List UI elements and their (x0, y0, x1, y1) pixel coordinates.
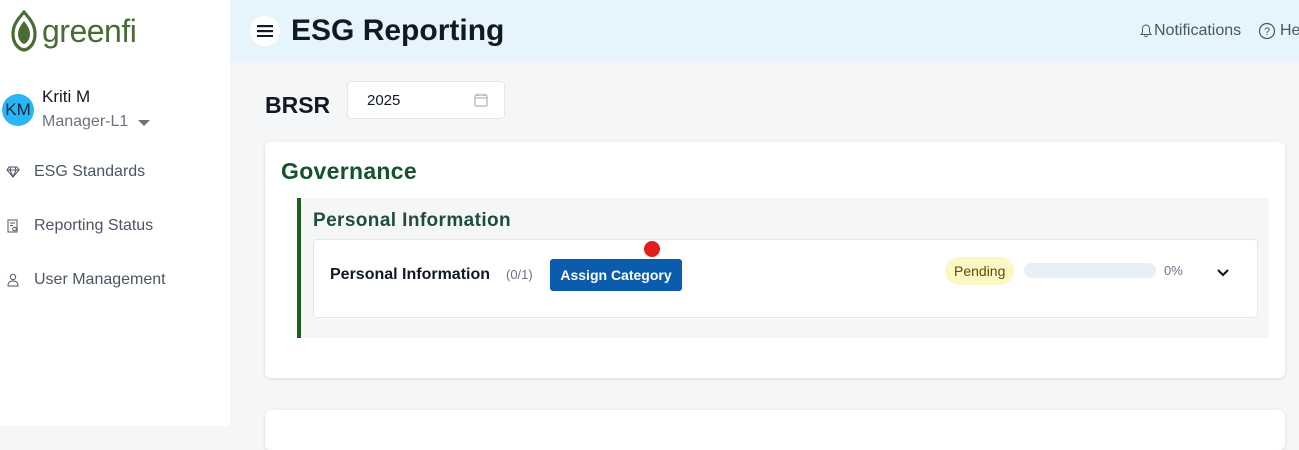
chevron-down-icon[interactable] (1216, 268, 1230, 278)
item-title: Personal Information (330, 266, 491, 283)
user-name: Kriti M (42, 87, 91, 106)
personal-information-section: Personal Information Personal Informatio… (297, 198, 1269, 338)
diamond-icon (2, 164, 24, 180)
sidebar: greenfi KM Kriti M Manager-L1 ESG Standa… (0, 0, 230, 426)
notifications-link[interactable]: Notifications (1140, 22, 1241, 40)
brand-name: greenfi (42, 13, 137, 49)
notifications-label: Notifications (1154, 22, 1242, 39)
progress-bar (1024, 263, 1156, 278)
item-count: (0/1) (506, 267, 533, 282)
hamburger-icon (257, 25, 273, 37)
category-item: Personal Information (0/1) Assign Catego… (313, 239, 1258, 318)
help-link[interactable]: ? He (1258, 22, 1299, 40)
caret-down-icon (138, 120, 151, 126)
year-input[interactable] (365, 90, 469, 110)
help-label: He (1280, 22, 1299, 39)
status-badge: Pending (945, 257, 1015, 285)
assign-category-button[interactable]: Assign Category (550, 259, 682, 291)
report-icon (2, 218, 24, 234)
svg-text:?: ? (1264, 26, 1270, 38)
avatar[interactable]: KM (2, 94, 34, 126)
progress-text: 0% (1164, 263, 1183, 278)
greenfi-logo[interactable]: greenfi (10, 10, 137, 52)
framework-label: BRSR (265, 92, 331, 118)
header: ESG Reporting Notifications ? He (230, 0, 1299, 61)
bell-icon (1140, 24, 1152, 37)
sidebar-item-reporting-status[interactable]: Reporting Status (0, 217, 153, 235)
notification-dot (644, 241, 660, 257)
user-role-dropdown[interactable]: Manager-L1 (42, 113, 151, 131)
next-card (265, 410, 1285, 450)
section-title: Personal Information (313, 210, 512, 231)
card-title: Governance (281, 158, 417, 184)
greenfi-leaf-icon (11, 10, 37, 52)
sidebar-item-label: ESG Standards (34, 163, 146, 180)
menu-button[interactable] (250, 16, 280, 46)
help-icon: ? (1258, 22, 1276, 40)
year-picker[interactable] (347, 81, 505, 119)
user-icon (2, 272, 24, 288)
sidebar-item-esg-standards[interactable]: ESG Standards (0, 163, 145, 181)
calendar-icon[interactable] (474, 93, 488, 107)
sidebar-item-user-management[interactable]: User Management (0, 271, 166, 289)
page-title: ESG Reporting (291, 14, 505, 47)
governance-card: Governance Personal Information Personal… (265, 142, 1285, 378)
sidebar-item-label: User Management (34, 271, 166, 288)
sidebar-item-label: Reporting Status (34, 217, 154, 234)
user-role-label: Manager-L1 (42, 113, 129, 130)
